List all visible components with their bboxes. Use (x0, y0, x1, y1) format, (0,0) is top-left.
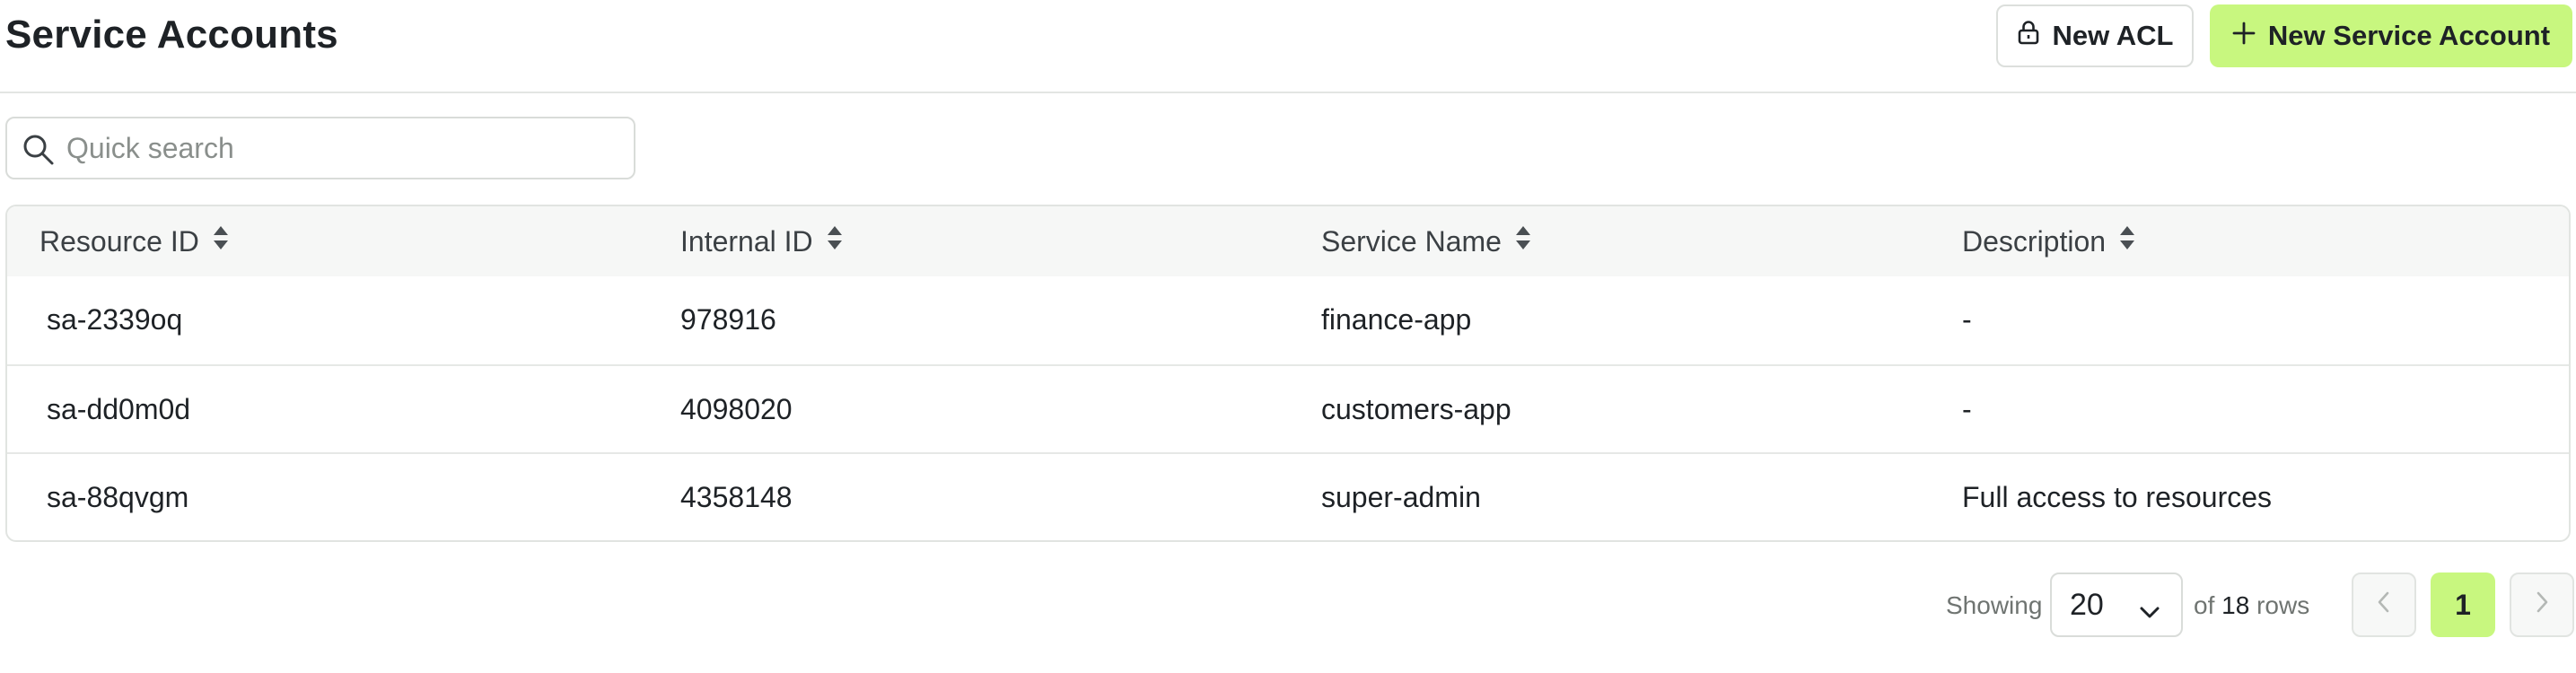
cell-description: - (1962, 303, 1972, 336)
cell-resource-id: sa-2339oq (47, 303, 183, 336)
cell-resource-id: sa-dd0m0d (47, 393, 191, 425)
of-label: of (2194, 591, 2215, 619)
cell-internal-id: 4098020 (680, 393, 793, 425)
page-size-select[interactable]: 20 (2050, 572, 2183, 637)
rows-label: rows (2256, 591, 2310, 619)
showing-label: Showing (1946, 591, 2043, 619)
sort-icon (1514, 224, 1532, 258)
table-row[interactable]: sa-2339oq 978916 finance-app - (7, 276, 2569, 364)
cell-service-name: super-admin (1321, 481, 1481, 513)
page-button-current[interactable]: 1 (2431, 572, 2495, 637)
new-service-account-button[interactable]: New Service Account (2210, 4, 2572, 67)
new-acl-label: New ACL (2052, 20, 2174, 51)
lock-icon (2017, 20, 2040, 52)
new-service-account-label: New Service Account (2267, 20, 2551, 51)
table-header: Resource ID Internal ID Service Name Des… (7, 206, 2569, 276)
service-accounts-table: Resource ID Internal ID Service Name Des… (5, 205, 2571, 542)
rows-count-text: of 18 rows (2194, 591, 2309, 620)
search-input[interactable] (66, 124, 623, 172)
cell-description: Full access to resources (1962, 481, 2273, 513)
previous-page-button[interactable] (2352, 572, 2416, 637)
cell-service-name: finance-app (1321, 303, 1472, 336)
cell-resource-id: sa-88qvgm (47, 481, 189, 513)
chevron-right-icon (2533, 589, 2551, 622)
page-size-value: 20 (2070, 587, 2104, 622)
next-page-button[interactable] (2510, 572, 2574, 637)
cell-internal-id: 978916 (680, 303, 776, 336)
new-acl-button[interactable]: New ACL (1996, 4, 2194, 67)
column-header-internal-id[interactable]: Internal ID (680, 224, 844, 258)
column-header-resource-id[interactable]: Resource ID (39, 224, 230, 258)
page-header: Service Accounts New ACL New Service Acc… (0, 0, 2576, 93)
chevron-left-icon (2375, 589, 2393, 622)
column-label: Service Name (1321, 224, 1502, 258)
column-label: Description (1962, 224, 2107, 258)
search-box (5, 117, 635, 179)
sort-icon (212, 224, 230, 258)
cell-internal-id: 4358148 (680, 481, 793, 513)
search-icon (22, 133, 56, 171)
table-row[interactable]: sa-dd0m0d 4098020 customers-app - (7, 364, 2569, 452)
column-header-service-name[interactable]: Service Name (1321, 224, 1532, 258)
column-label: Resource ID (39, 224, 199, 258)
column-header-description[interactable]: Description (1962, 224, 2136, 258)
plus-icon (2232, 20, 2256, 52)
chevron-down-icon (2138, 596, 2161, 631)
sort-icon (2118, 224, 2136, 258)
sort-icon (826, 224, 844, 258)
cell-description: - (1962, 393, 1972, 425)
page-title: Service Accounts (5, 13, 338, 57)
cell-service-name: customers-app (1321, 393, 1511, 425)
column-label: Internal ID (680, 224, 813, 258)
total-rows: 18 (2221, 591, 2250, 619)
table-row[interactable]: sa-88qvgm 4358148 super-admin Full acces… (7, 452, 2569, 540)
